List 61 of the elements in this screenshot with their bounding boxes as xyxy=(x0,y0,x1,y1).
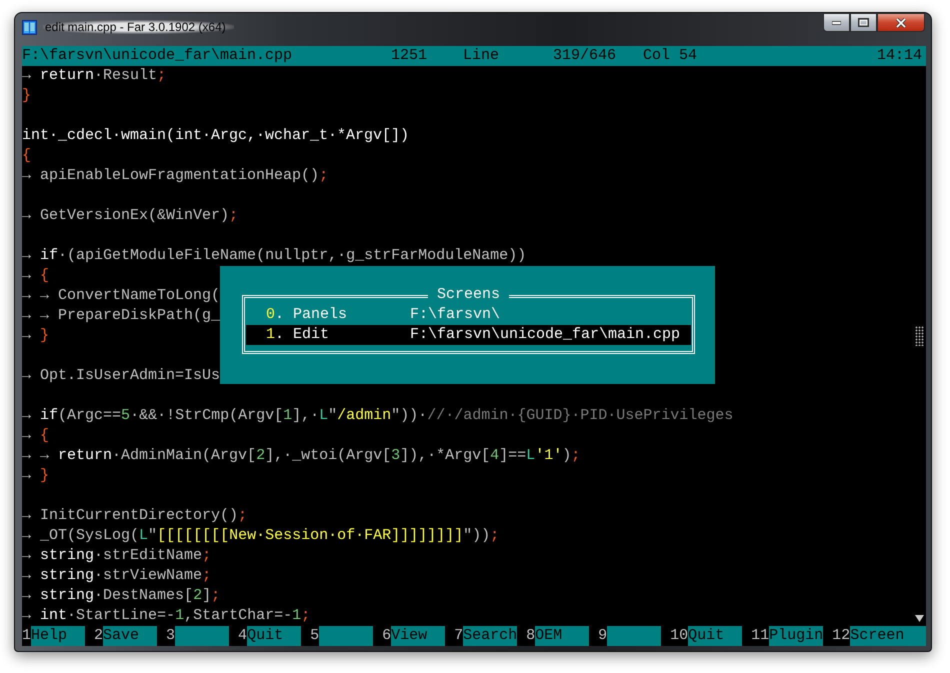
key-number: 6 xyxy=(382,626,392,646)
key-number: 2 xyxy=(94,626,104,646)
code-line: → _OT(SysLog(L"[[[[[[[[New·Session·of·FAR]]]]]]]]")); xyxy=(22,527,500,544)
scroll-thumb[interactable] xyxy=(915,326,924,346)
key-number: 11 xyxy=(751,626,770,646)
code-line: → → ConvertNameToLong( xyxy=(22,287,220,304)
code-line: → GetVersionEx(&WinVer); xyxy=(22,207,238,224)
codepage: 1251 xyxy=(391,46,428,66)
column-position: Col 54 xyxy=(643,46,698,66)
key-number: 3 xyxy=(166,626,176,646)
code-line: → string·DestNames[2]; xyxy=(22,587,220,604)
function-key[interactable]: Search xyxy=(463,626,518,646)
app-icon xyxy=(22,20,37,35)
clock: 14:14 xyxy=(876,46,922,66)
key-number: 1 xyxy=(22,626,32,646)
function-key[interactable]: Save xyxy=(103,626,158,646)
function-key[interactable]: View xyxy=(391,626,446,646)
down-arrow-icon[interactable] xyxy=(915,614,924,623)
line-label: Line xyxy=(463,46,500,66)
code-line: → → return·AdminMain(Argv[2],·_wtoi(Argv[3]),·*Argv[4]==L'1'); xyxy=(22,447,580,464)
minimize-button[interactable] xyxy=(823,13,850,32)
code-line: } xyxy=(22,87,32,104)
code-line: int·_cdecl·wmain(int·Argc,·wchar_t·*Argv[]) xyxy=(22,127,410,144)
function-key[interactable]: Quit xyxy=(247,626,302,646)
key-number: 9 xyxy=(598,626,608,646)
code-line: → int·StartLine=-1,StartChar=-1; xyxy=(22,607,310,624)
minimize-icon xyxy=(832,20,841,24)
code-line: → } xyxy=(22,467,50,484)
key-number: 12 xyxy=(832,626,850,646)
function-key[interactable]: Plugin xyxy=(769,626,824,646)
code-line: { xyxy=(22,147,32,164)
function-key[interactable]: Screen xyxy=(850,626,926,646)
code-line: → { xyxy=(22,267,50,284)
screen-list-item[interactable]: 0. Panels F:\farsvn\ xyxy=(246,305,691,325)
function-key[interactable]: OEM xyxy=(535,626,590,646)
file-path: F:\farsvn\unicode_far\main.cpp xyxy=(22,46,294,66)
code-line: → { xyxy=(22,427,50,444)
function-key[interactable]: Help xyxy=(31,626,86,646)
close-button[interactable] xyxy=(877,13,925,32)
screen-list-item[interactable]: 1. Edit F:\farsvn\unicode_far\main.cpp xyxy=(246,325,691,345)
code-line: → } xyxy=(22,327,50,344)
code-line: → apiEnableLowFragmentationHeap(); xyxy=(22,167,328,184)
code-line: → return·Result; xyxy=(22,67,166,84)
line-position: 319/646 xyxy=(553,46,618,66)
code-line: → Opt.IsUserAdmin=IsUs xyxy=(22,367,220,384)
code-line: → if(Argc==5·&&·!StrCmp(Argv[1],·L"/admin"))·//·/admin·{GUID}·PID·UsePrivileges xyxy=(22,407,734,424)
key-number: 7 xyxy=(454,626,464,646)
key-number: 5 xyxy=(310,626,320,646)
code-line: → string·strEditName; xyxy=(22,547,212,564)
maximize-button[interactable] xyxy=(850,13,877,32)
key-number: 4 xyxy=(238,626,248,646)
code-line: → string·strViewName; xyxy=(22,567,212,584)
window-title: edit main.cpp - Far 3.0.1902 (x64) xyxy=(43,20,234,34)
close-icon xyxy=(895,18,907,28)
key-number: 8 xyxy=(526,626,536,646)
maximize-icon xyxy=(858,18,869,27)
code-line: → → PrepareDiskPath(g_ xyxy=(22,307,220,324)
code-line: → if·(apiGetModuleFileName(nullptr,·g_strFarModuleName)) xyxy=(22,247,526,264)
key-number: 10 xyxy=(670,626,688,646)
code-line: → InitCurrentDirectory(); xyxy=(22,507,248,524)
function-key[interactable]: Quit xyxy=(688,626,742,646)
